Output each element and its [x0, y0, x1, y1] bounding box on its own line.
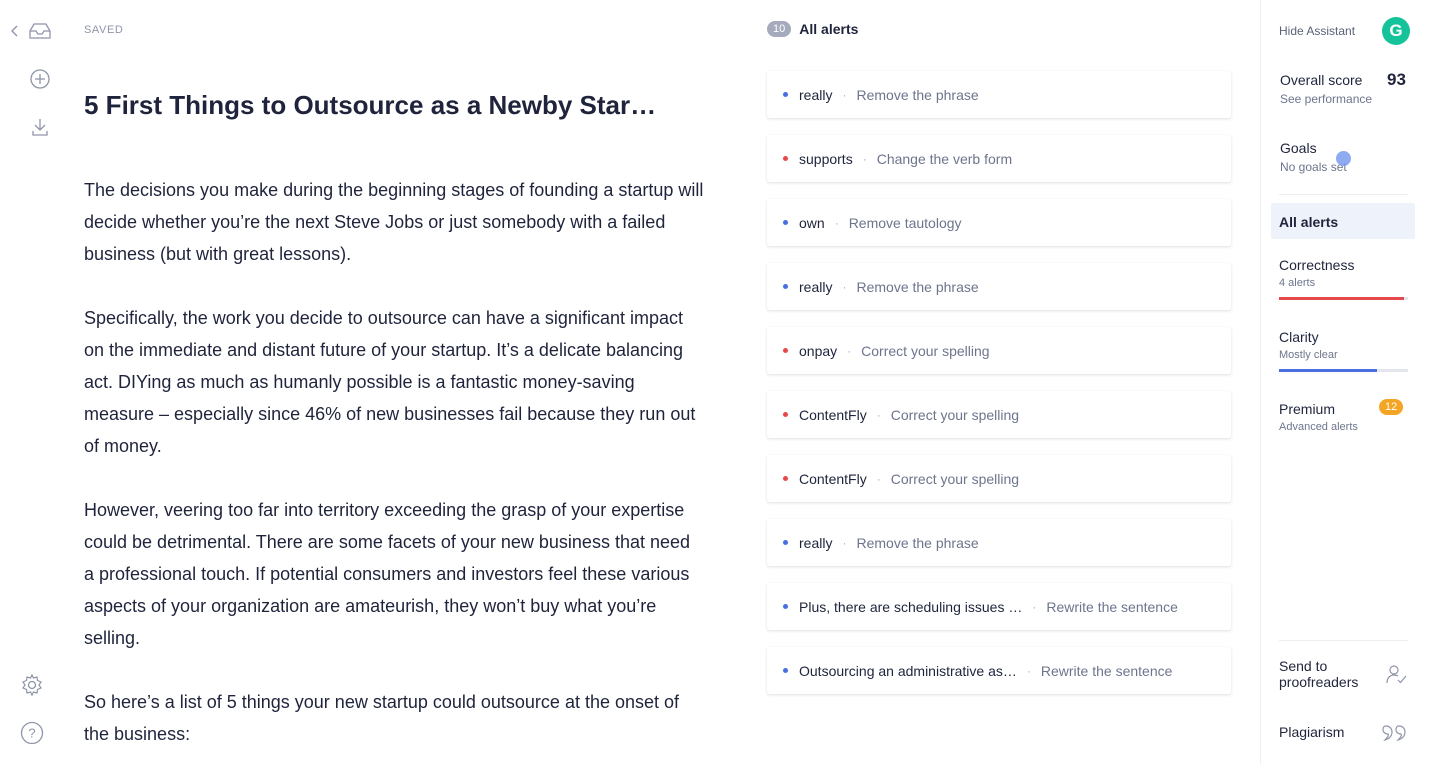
left-toolbar: ?: [0, 0, 70, 765]
alert-severity-dot: [783, 156, 788, 161]
divider: [1279, 640, 1408, 641]
alert-card[interactable]: Outsourcing an administrative as… · Rewrit…: [767, 647, 1231, 694]
help-icon[interactable]: ?: [20, 721, 44, 745]
alert-severity-dot: [783, 348, 788, 353]
cursor-indicator: [1336, 151, 1351, 166]
grammarly-logo-icon[interactable]: G: [1382, 17, 1410, 45]
alert-word: onpay: [799, 342, 838, 359]
alert-hint: Change the verb form: [876, 150, 1013, 167]
alert-card[interactable]: ContentFly · Correct your spelling: [767, 391, 1231, 438]
overall-score-value: 93: [1387, 70, 1406, 89]
alerts-header: 10 All alerts: [767, 21, 858, 37]
alert-severity-dot: [783, 540, 788, 545]
quote-icon: [1382, 722, 1408, 747]
plus-circle-icon[interactable]: [28, 67, 52, 91]
alert-severity-dot: [783, 92, 788, 97]
alert-separator: ·: [1032, 599, 1037, 614]
alert-severity-dot: [783, 668, 788, 673]
divider: [1279, 194, 1408, 195]
paragraph[interactable]: So here’s a list of 5 things your new st…: [84, 686, 704, 750]
alert-severity-dot: [783, 220, 788, 225]
alert-separator: ·: [862, 151, 867, 166]
alert-separator: ·: [876, 471, 881, 486]
alert-hint: Remove the phrase: [856, 278, 979, 295]
alert-separator: ·: [1026, 663, 1031, 678]
proofreader-icon: [1384, 662, 1408, 691]
category-sub: 4 alerts: [1279, 277, 1316, 289]
alert-card[interactable]: supports · Change the verb form: [767, 135, 1231, 182]
alert-severity-dot: [783, 412, 788, 417]
save-status: SAVED: [84, 24, 124, 36]
category-name: Clarity: [1279, 329, 1319, 345]
goals-label[interactable]: Goals: [1280, 140, 1317, 156]
see-performance-link[interactable]: See performance: [1280, 92, 1372, 106]
category-all-alerts[interactable]: All alerts: [1271, 203, 1415, 239]
inbox-icon[interactable]: [28, 19, 52, 43]
alert-card[interactable]: own · Remove tautology: [767, 199, 1231, 246]
alert-severity-dot: [783, 476, 788, 481]
alert-word: really: [799, 534, 833, 551]
alert-list: really · Remove the phrase supports · Change …: [767, 71, 1231, 711]
alerts-count-badge: 10: [767, 21, 792, 37]
hide-assistant-button[interactable]: Hide Assistant: [1279, 24, 1355, 38]
category-name: Correctness: [1279, 257, 1355, 273]
category-all-alerts-label: All alerts: [1279, 214, 1339, 230]
alert-word: ContentFly: [799, 406, 867, 423]
plagiarism-button[interactable]: Plagiarism: [1279, 724, 1408, 744]
alert-hint: Correct your spelling: [890, 470, 1020, 487]
document-body[interactable]: The decisions you make during the beginn…: [84, 174, 704, 782]
progress-bar: [1279, 369, 1408, 372]
alert-card[interactable]: really · Remove the phrase: [767, 519, 1231, 566]
category-correctness[interactable]: Correctness 4 alerts: [1279, 257, 1408, 300]
download-icon[interactable]: [28, 115, 52, 139]
alert-card[interactable]: Plus, there are scheduling issues … · Rewr…: [767, 583, 1231, 630]
alert-word: Outsourcing an administrative as…: [799, 662, 1017, 679]
alert-card[interactable]: really · Remove the phrase: [767, 263, 1231, 310]
alert-separator: ·: [847, 343, 852, 358]
progress-fill: [1279, 297, 1405, 300]
alert-hint: Remove tautology: [848, 214, 962, 231]
chevron-left-icon[interactable]: [10, 24, 22, 38]
alert-word: really: [799, 86, 833, 103]
category-sub: Mostly clear: [1279, 349, 1338, 361]
paragraph[interactable]: Specifically, the work you decide to out…: [84, 302, 704, 462]
alert-hint: Rewrite the sentence: [1040, 662, 1173, 679]
alert-hint: Correct your spelling: [861, 342, 990, 359]
alert-hint: Rewrite the sentence: [1046, 598, 1178, 615]
progress-bar: [1279, 297, 1408, 300]
category-premium[interactable]: Premium Advanced alerts 12: [1279, 399, 1408, 433]
alert-word: really: [799, 278, 833, 295]
alert-card[interactable]: ContentFly · Correct your spelling: [767, 455, 1231, 502]
paragraph[interactable]: However, veering too far into territory …: [84, 494, 704, 654]
alert-separator: ·: [876, 407, 881, 422]
alert-severity-dot: [783, 284, 788, 289]
alert-separator: ·: [842, 535, 847, 550]
alert-hint: Correct your spelling: [890, 406, 1020, 423]
alert-separator: ·: [842, 279, 847, 294]
document-title[interactable]: 5 First Things to Outsource as a Newby S…: [84, 90, 724, 121]
assistant-sidebar: Hide Assistant G Overall score 93 See pe…: [1261, 0, 1440, 765]
overall-score-label[interactable]: Overall score: [1280, 72, 1362, 88]
send-to-proofreaders-label: Send to proofreaders: [1279, 658, 1359, 690]
send-to-proofreaders-button[interactable]: Send to proofreaders: [1279, 658, 1408, 692]
alert-hint: Remove the phrase: [856, 86, 979, 103]
alert-word: own: [799, 214, 825, 231]
alert-word: ContentFly: [799, 470, 867, 487]
premium-count-badge: 12: [1379, 399, 1404, 415]
alert-card[interactable]: really · Remove the phrase: [767, 71, 1231, 118]
alert-word: supports: [799, 150, 853, 167]
gear-icon[interactable]: [20, 673, 44, 697]
alert-word: Plus, there are scheduling issues …: [799, 598, 1023, 615]
alert-separator: ·: [834, 215, 839, 230]
category-sub: Advanced alerts: [1279, 421, 1358, 433]
alert-hint: Remove the phrase: [856, 534, 979, 551]
alert-separator: ·: [842, 87, 847, 102]
svg-text:?: ?: [28, 726, 35, 741]
alerts-title: All alerts: [799, 21, 859, 37]
alert-severity-dot: [783, 604, 788, 609]
paragraph[interactable]: The decisions you make during the beginn…: [84, 174, 704, 270]
category-clarity[interactable]: Clarity Mostly clear: [1279, 329, 1408, 372]
alert-card[interactable]: onpay · Correct your spelling: [767, 327, 1231, 374]
progress-fill: [1279, 369, 1378, 372]
